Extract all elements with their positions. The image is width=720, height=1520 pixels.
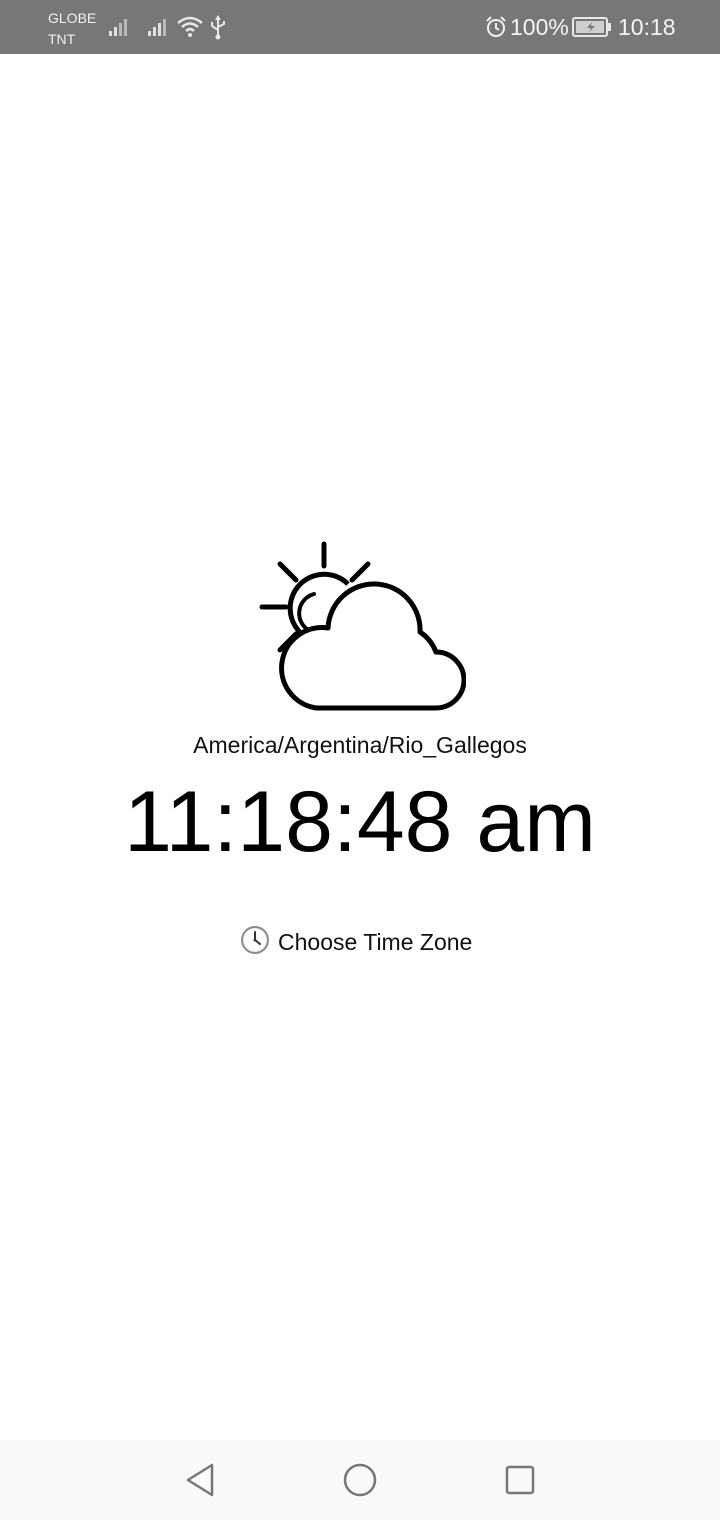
home-icon[interactable] bbox=[338, 1458, 382, 1502]
carrier-line-1: GLOBE bbox=[48, 10, 97, 26]
battery-percent: 100% bbox=[510, 14, 569, 40]
usb-icon bbox=[208, 14, 228, 45]
clock-icon bbox=[240, 925, 270, 960]
back-icon[interactable] bbox=[178, 1458, 222, 1502]
choose-time-zone-label: Choose Time Zone bbox=[278, 929, 473, 955]
timezone-name: America/Argentina/Rio_Gallegos bbox=[193, 732, 527, 758]
screen: GLOBE TNT 100% 10:18 America/Argentina/R… bbox=[0, 0, 720, 1520]
signal-icon bbox=[108, 14, 132, 43]
carrier-line-2: TNT bbox=[48, 31, 76, 47]
partly-cloudy-icon bbox=[256, 540, 467, 720]
status-clock: 10:18 bbox=[618, 14, 676, 40]
signal-icon bbox=[147, 14, 171, 43]
current-time: 11:18:48 am bbox=[124, 774, 596, 870]
navigation-bar bbox=[0, 1440, 720, 1520]
battery-icon bbox=[572, 17, 612, 42]
carrier-label: GLOBE TNT bbox=[48, 8, 96, 50]
status-bar: GLOBE TNT 100% 10:18 bbox=[0, 0, 720, 54]
recents-icon[interactable] bbox=[498, 1458, 542, 1502]
choose-time-zone-button[interactable]: Choose Time Zone bbox=[240, 922, 472, 962]
alarm-icon bbox=[484, 15, 508, 44]
wifi-icon bbox=[176, 14, 204, 45]
